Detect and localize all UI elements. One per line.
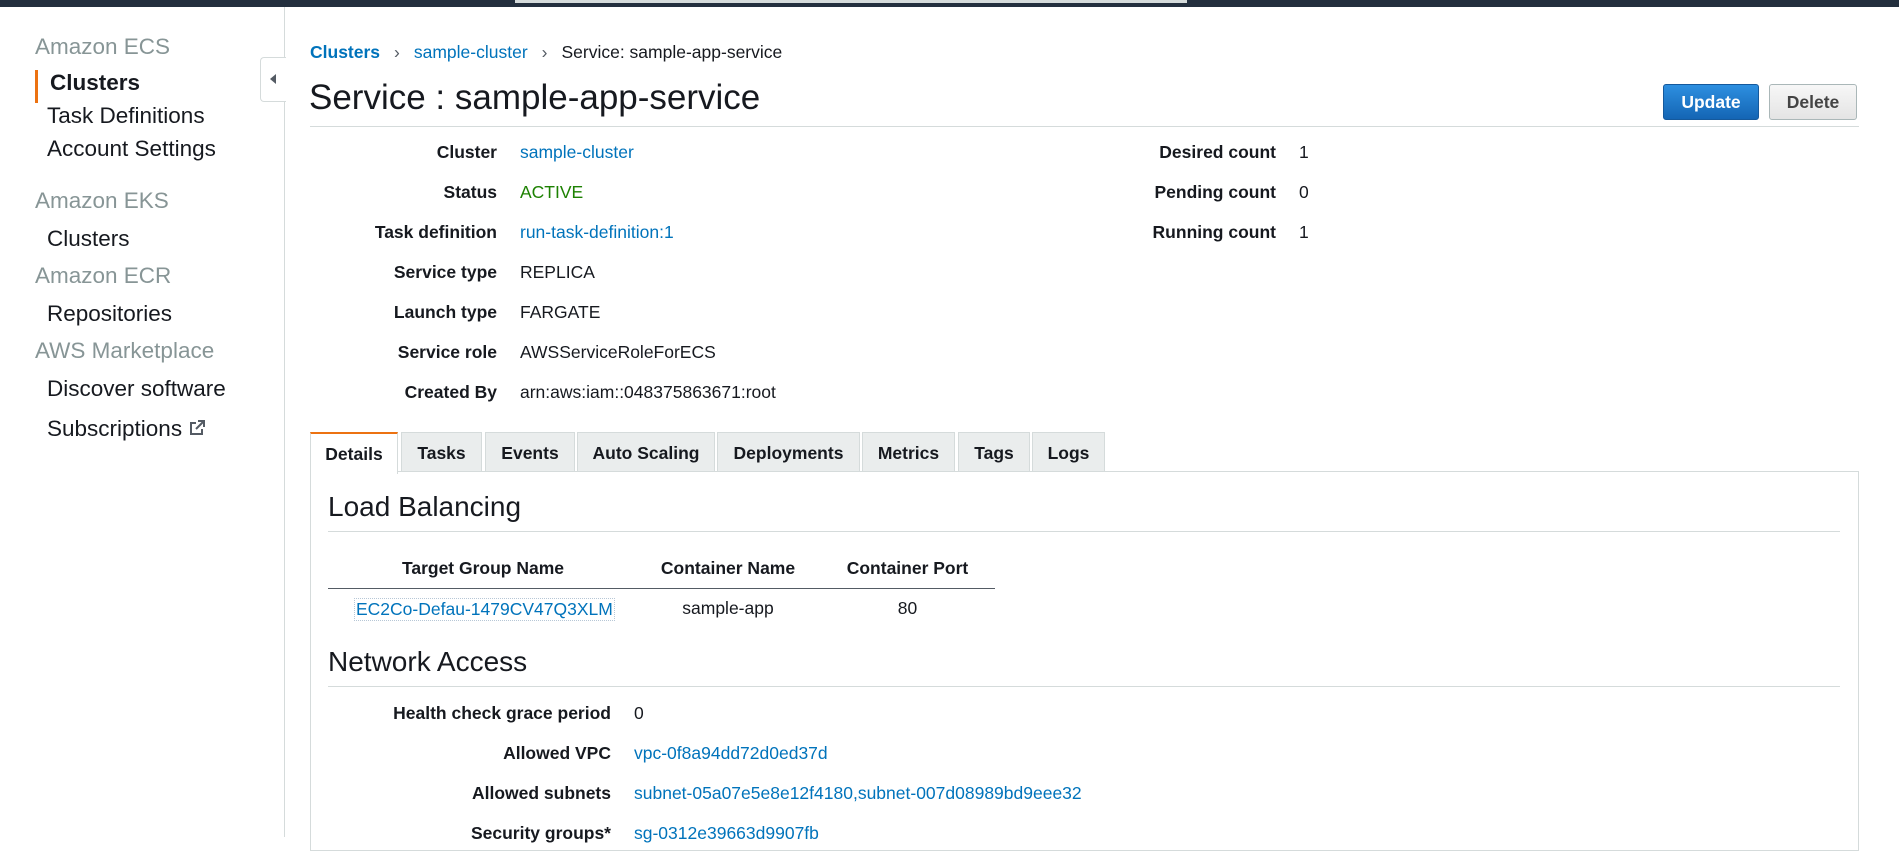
sidebar-section-amazon-ecs: Amazon ECS <box>35 34 171 59</box>
running-count-label: Running count <box>1152 222 1276 242</box>
network-access-divider <box>328 686 1840 687</box>
active-indicator <box>35 70 38 103</box>
security-groups-link[interactable]: sg-0312e39663d9907fb <box>634 823 819 844</box>
container-name-cell: sample-app <box>682 598 774 618</box>
allowed-vpc-link[interactable]: vpc-0f8a94dd72d0ed37d <box>634 743 828 764</box>
column-header-container-port: Container Port <box>846 558 969 578</box>
load-balancing-divider <box>328 531 1840 532</box>
sidebar-item-discover-software[interactable]: Discover software <box>47 376 226 402</box>
top-navigation-bar <box>0 0 1899 7</box>
network-access-title: Network Access <box>328 646 528 677</box>
tab-logs[interactable]: Logs <box>1032 432 1105 472</box>
sidebar-item-subscriptions-label: Subscriptions <box>47 416 183 441</box>
tab-tags[interactable]: Tags <box>958 432 1030 472</box>
column-header-target-group-name: Target Group Name <box>401 558 565 578</box>
cluster-label: Cluster <box>436 142 497 162</box>
pending-count-value: 0 <box>1299 182 1309 202</box>
created-by-label: Created By <box>404 382 497 402</box>
cluster-link[interactable]: sample-cluster <box>520 142 634 163</box>
pending-count-label: Pending count <box>1154 182 1276 202</box>
tab-auto-scaling[interactable]: Auto Scaling <box>577 432 715 472</box>
running-count-value: 1 <box>1299 222 1309 242</box>
security-groups-label: Security groups* <box>470 823 611 843</box>
load-balancing-title: Load Balancing <box>328 491 522 522</box>
task-definition-label: Task definition <box>374 222 497 242</box>
caret-left-icon <box>270 74 276 84</box>
top-search-area[interactable] <box>515 0 1187 3</box>
tab-details[interactable]: Details <box>310 432 398 474</box>
breadcrumb-current: Service: sample-app-service <box>561 42 783 62</box>
service-role-label: Service role <box>397 342 497 362</box>
sidebar-item-ecs-clusters[interactable]: Clusters <box>50 70 140 96</box>
service-type-label: Service type <box>393 262 497 282</box>
breadcrumb-separator: › <box>541 42 548 62</box>
task-definition-link[interactable]: run-task-definition:1 <box>520 222 674 243</box>
status-value: ACTIVE <box>520 182 584 202</box>
sidebar-item-subscriptions[interactable]: Subscriptions <box>47 416 206 442</box>
allowed-vpc-label: Allowed VPC <box>503 743 611 763</box>
target-group-link[interactable]: EC2Co-Defau-1479CV47Q3XLM <box>354 598 615 621</box>
launch-type-label: Launch type <box>393 302 497 322</box>
sidebar-collapse-button[interactable] <box>260 57 286 102</box>
delete-button[interactable]: Delete <box>1769 84 1857 120</box>
sidebar-item-account-settings[interactable]: Account Settings <box>47 136 216 162</box>
external-link-icon <box>190 420 206 435</box>
health-check-grace-period-label: Health check grace period <box>393 703 611 723</box>
title-divider <box>310 126 1859 127</box>
launch-type-value: FARGATE <box>520 302 601 322</box>
health-check-grace-period-value: 0 <box>634 703 644 723</box>
service-type-value: REPLICA <box>520 262 595 282</box>
desired-count-label: Desired count <box>1159 142 1276 162</box>
sidebar-section-aws-marketplace: AWS Marketplace <box>35 338 215 363</box>
update-button[interactable]: Update <box>1663 84 1759 120</box>
service-role-value: AWSServiceRoleForECS <box>520 342 716 362</box>
page-title: Service : sample-app-service <box>309 78 761 117</box>
allowed-subnets-label: Allowed subnets <box>471 783 611 803</box>
column-header-container-name: Container Name <box>660 558 796 578</box>
sidebar-section-amazon-ecr: Amazon ECR <box>35 263 172 288</box>
sidebar-item-repositories[interactable]: Repositories <box>47 301 172 327</box>
tab-tasks[interactable]: Tasks <box>401 432 482 472</box>
breadcrumb-separator: › <box>394 42 400 62</box>
breadcrumb: Clusters › sample-cluster › Service: sample-… <box>310 42 782 63</box>
sidebar: Amazon ECS Clusters Task Definitions Acc… <box>0 7 285 837</box>
created-by-value: arn:aws:iam::048375863671:root <box>520 382 776 402</box>
breadcrumb-clusters[interactable]: Clusters <box>310 42 380 62</box>
sidebar-section-amazon-eks: Amazon EKS <box>35 188 169 213</box>
tab-deployments[interactable]: Deployments <box>717 432 860 472</box>
tab-events[interactable]: Events <box>485 432 575 472</box>
container-port-cell: 80 <box>897 598 918 618</box>
breadcrumb-sample-cluster[interactable]: sample-cluster <box>414 42 528 62</box>
tab-metrics[interactable]: Metrics <box>862 432 955 472</box>
desired-count-value: 1 <box>1299 142 1309 162</box>
status-label: Status <box>443 182 497 202</box>
sidebar-item-task-definitions[interactable]: Task Definitions <box>47 103 205 129</box>
sidebar-item-eks-clusters[interactable]: Clusters <box>47 226 130 252</box>
allowed-subnets-link[interactable]: subnet-05a07e5e8e12f4180,subnet-007d0898… <box>634 783 1082 804</box>
table-header-divider <box>328 588 995 589</box>
